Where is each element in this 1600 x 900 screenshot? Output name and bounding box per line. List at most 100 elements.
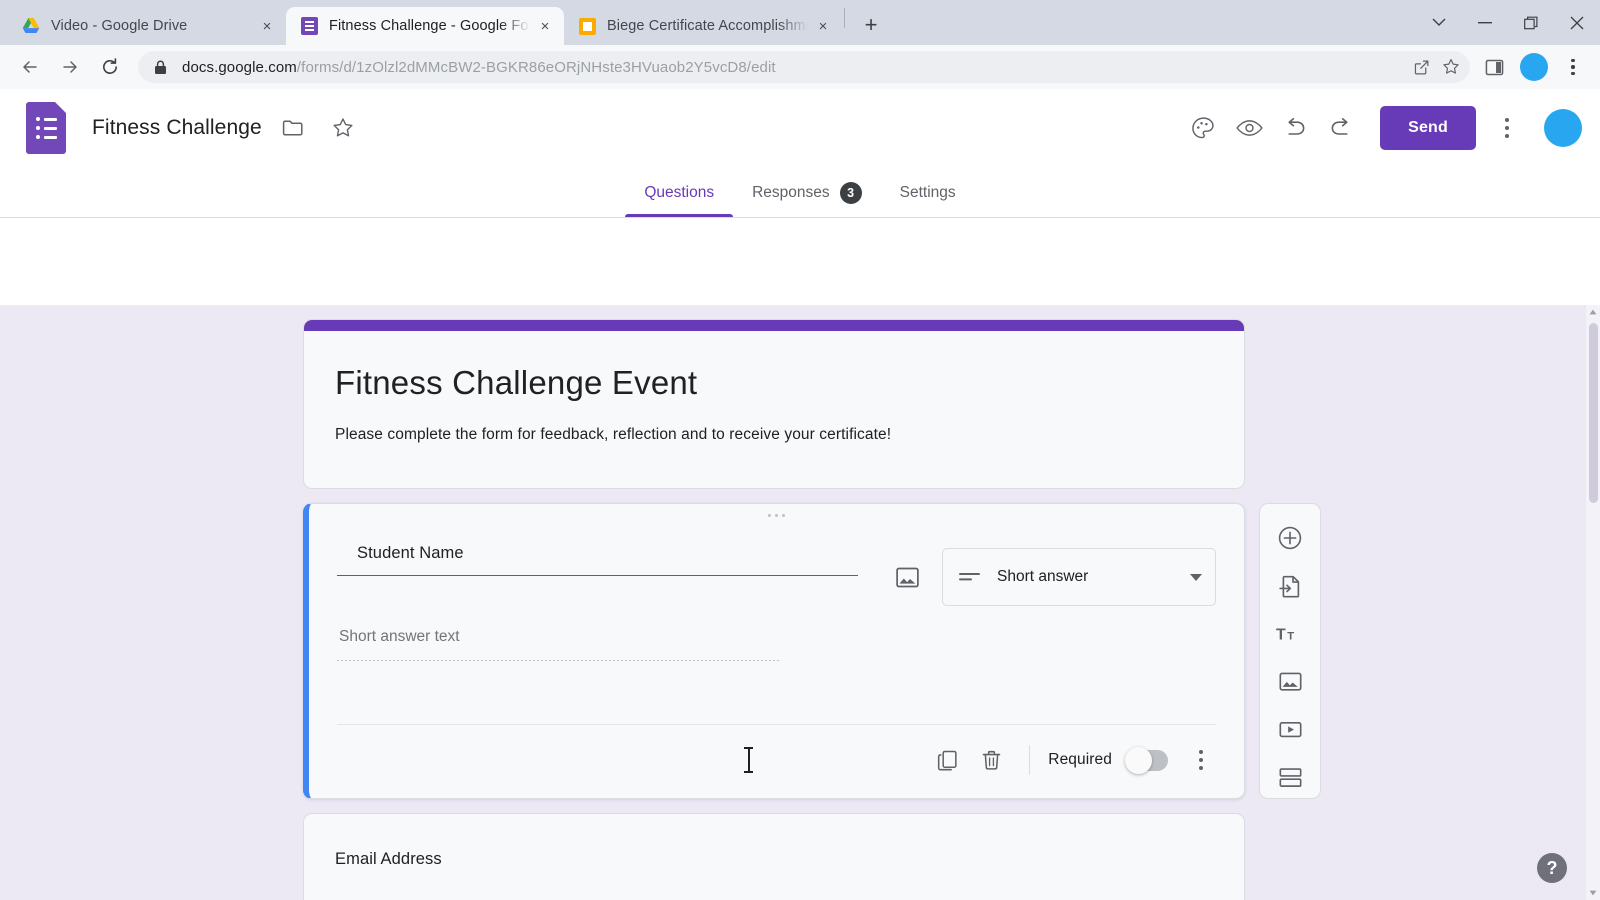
question-footer-divider <box>337 724 1216 725</box>
account-avatar[interactable] <box>1544 109 1582 147</box>
palette-icon[interactable] <box>1180 105 1226 151</box>
tab-label: Questions <box>644 184 715 201</box>
delete-icon[interactable] <box>969 738 1013 782</box>
chrome-menu-icon[interactable] <box>1558 49 1588 85</box>
question-card-student-name[interactable]: Student Name Short answer Short answer t… <box>303 503 1245 799</box>
add-item-toolbar: T T <box>1259 503 1321 799</box>
add-question-icon[interactable] <box>1268 518 1312 559</box>
forms-tab-bar: Questions Responses 3 Settings <box>0 167 1600 217</box>
certificate-doc-icon <box>578 17 596 35</box>
forms-more-options-icon[interactable] <box>1490 106 1524 150</box>
forms-toolbar: Send <box>1180 105 1582 151</box>
form-header-card[interactable]: Fitness Challenge Event Please complete … <box>303 319 1245 489</box>
question-actions: Required <box>925 732 1218 788</box>
redo-icon[interactable] <box>1318 105 1364 151</box>
browser-tab-title: Video - Google Drive <box>51 18 188 34</box>
url-text: docs.google.com/forms/d/1zOlzl2dMMcBW2-B… <box>182 58 776 76</box>
tab-settings[interactable]: Settings <box>881 169 975 217</box>
add-section-icon[interactable] <box>1268 757 1312 798</box>
duplicate-icon[interactable] <box>925 738 969 782</box>
help-button[interactable]: ? <box>1537 853 1567 883</box>
toggle-knob <box>1125 746 1152 774</box>
scrollbar-thumb[interactable] <box>1589 323 1598 503</box>
required-label: Required <box>1048 751 1112 768</box>
send-button[interactable]: Send <box>1380 106 1476 150</box>
form-canvas: Fitness Challenge Event Please complete … <box>0 305 1600 900</box>
question-type-label: Short answer <box>997 568 1089 585</box>
header-divider <box>0 217 1600 218</box>
browser-tab-title: Fitness Challenge - Google Forms <box>329 18 530 34</box>
browser-toolbar-right <box>1476 49 1588 85</box>
scroll-down-arrow-icon[interactable] <box>1586 886 1600 900</box>
svg-text:T: T <box>1287 631 1294 643</box>
google-forms-icon <box>300 17 318 35</box>
url-bar[interactable]: docs.google.com/forms/d/1zOlzl2dMMcBW2-B… <box>138 51 1470 83</box>
chevron-down-icon <box>1190 573 1202 581</box>
back-button[interactable] <box>12 49 48 85</box>
browser-tab-strip: Video - Google Drive × Fitness Challenge… <box>0 0 1600 45</box>
preview-eye-icon[interactable] <box>1226 105 1272 151</box>
question-card-email-address[interactable]: Email Address Short answer text <box>303 813 1245 900</box>
short-answer-preview: Short answer text <box>337 628 779 661</box>
tab-responses[interactable]: Responses 3 <box>733 169 881 217</box>
question-more-options-icon[interactable] <box>1184 740 1218 780</box>
maximize-restore-icon[interactable] <box>1508 0 1554 45</box>
tab-search-chevron-down-icon[interactable] <box>1416 0 1462 45</box>
minimize-icon[interactable] <box>1462 0 1508 45</box>
side-panel-icon[interactable] <box>1476 49 1512 85</box>
close-icon[interactable]: × <box>812 15 834 37</box>
add-image-icon[interactable] <box>1268 661 1312 702</box>
browser-tab-video-google-drive[interactable]: Video - Google Drive × <box>8 7 286 45</box>
import-questions-icon[interactable] <box>1268 566 1312 607</box>
svg-text:T: T <box>1276 627 1286 644</box>
browser-profile-avatar[interactable] <box>1520 53 1548 81</box>
tab-separator <box>844 8 845 28</box>
share-icon[interactable] <box>1406 52 1436 82</box>
question-title[interactable]: Student Name <box>337 544 858 575</box>
question-type-select[interactable]: Short answer <box>942 548 1216 606</box>
close-icon[interactable]: × <box>256 15 278 37</box>
theme-color-stripe <box>304 320 1244 331</box>
new-tab-button[interactable]: + <box>855 9 887 41</box>
required-toggle[interactable] <box>1125 746 1168 774</box>
answer-placeholder: Short answer text <box>339 628 460 645</box>
add-image-icon[interactable] <box>886 556 928 598</box>
browser-address-bar: docs.google.com/forms/d/1zOlzl2dMMcBW2-B… <box>0 45 1600 89</box>
vertical-scrollbar[interactable] <box>1586 305 1600 900</box>
answer-underline <box>337 660 779 661</box>
move-to-folder-icon[interactable] <box>274 109 312 147</box>
google-forms-logo-icon[interactable] <box>26 102 66 154</box>
form-title[interactable]: Fitness Challenge Event <box>304 331 1244 402</box>
tab-label: Settings <box>899 184 956 201</box>
action-separator <box>1029 745 1031 775</box>
question-title-underline <box>337 575 858 576</box>
document-title[interactable]: Fitness Challenge <box>92 116 262 140</box>
lock-icon <box>154 60 170 75</box>
drag-handle-icon[interactable] <box>767 514 786 517</box>
tab-label: Responses <box>752 184 830 201</box>
browser-tab-biege-certificate[interactable]: Biege Certificate Accomplishment × <box>564 7 842 45</box>
forms-header: Fitness Challenge Send <box>0 89 1600 167</box>
short-answer-icon <box>959 571 981 583</box>
star-icon[interactable] <box>324 109 362 147</box>
google-drive-icon <box>22 17 40 35</box>
browser-tab-title: Biege Certificate Accomplishment <box>607 18 808 34</box>
tab-questions[interactable]: Questions <box>625 169 733 217</box>
question-title[interactable]: Email Address <box>304 814 1244 869</box>
bookmark-star-icon[interactable] <box>1436 52 1466 82</box>
close-icon[interactable]: × <box>534 15 556 37</box>
scroll-up-arrow-icon[interactable] <box>1586 305 1600 319</box>
add-title-description-icon[interactable]: T T <box>1268 614 1312 655</box>
responses-count-badge: 3 <box>839 182 862 204</box>
browser-tab-fitness-challenge-google-forms[interactable]: Fitness Challenge - Google Forms × <box>286 7 564 45</box>
browser-window: Video - Google Drive × Fitness Challenge… <box>0 0 1600 900</box>
undo-icon[interactable] <box>1272 105 1318 151</box>
close-window-icon[interactable] <box>1554 0 1600 45</box>
reload-button[interactable] <box>92 49 128 85</box>
form-description[interactable]: Please complete the form for feedback, r… <box>304 402 1244 444</box>
window-controls <box>1416 0 1600 45</box>
question-title-field[interactable]: Student Name <box>337 544 858 576</box>
question-top-row: Student Name Short answer <box>309 504 1244 606</box>
forward-button[interactable] <box>52 49 88 85</box>
add-video-icon[interactable] <box>1268 709 1312 750</box>
